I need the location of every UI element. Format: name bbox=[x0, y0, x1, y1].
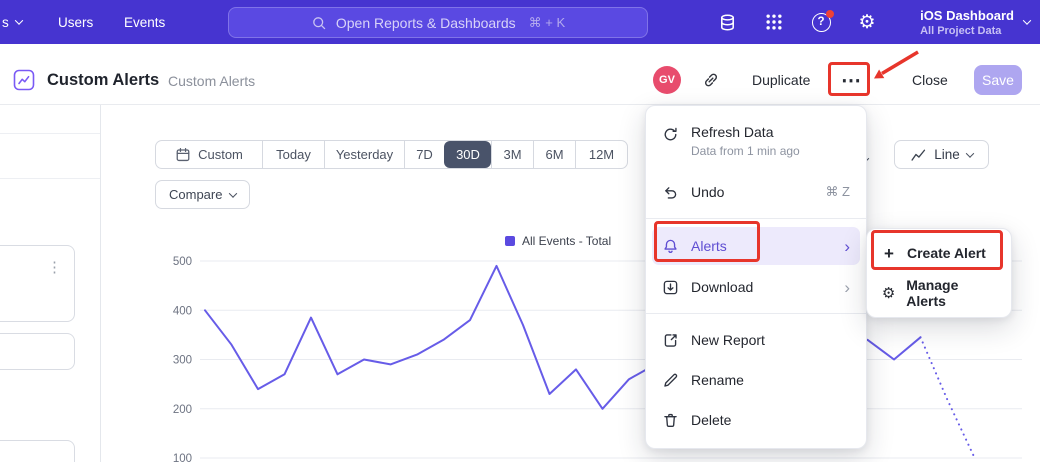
avatar[interactable]: GV bbox=[653, 66, 681, 94]
date-range-6m[interactable]: 6M bbox=[533, 141, 575, 168]
chart-legend[interactable]: All Events - Total bbox=[505, 234, 611, 248]
apps-grid-icon[interactable] bbox=[763, 0, 785, 44]
menu-shortcut: ⌘ Z bbox=[825, 184, 850, 200]
date-range-yesterday[interactable]: Yesterday bbox=[324, 141, 404, 168]
submenu-label: Manage Alerts bbox=[906, 277, 997, 309]
chevron-down-icon bbox=[966, 149, 974, 157]
menu-sublabel: Data from 1 min ago bbox=[691, 144, 800, 158]
menu-item-new-report[interactable]: New Report bbox=[646, 320, 866, 360]
bell-icon bbox=[662, 238, 679, 255]
project-selector[interactable]: iOS Dashboard All Project Data bbox=[920, 0, 1030, 44]
search-placeholder: Open Reports & Dashboards bbox=[336, 15, 516, 31]
project-title: iOS Dashboard bbox=[920, 8, 1014, 23]
menu-divider bbox=[646, 313, 866, 314]
data-icon[interactable] bbox=[716, 0, 738, 44]
submenu-item-create-alert[interactable]: + Create Alert bbox=[867, 233, 1011, 273]
axis-tick-label: 300 bbox=[173, 355, 192, 367]
compare-label: Compare bbox=[169, 187, 222, 202]
chart-type-label: Line bbox=[934, 147, 960, 162]
chevron-down-icon bbox=[229, 189, 237, 197]
date-range-7d[interactable]: 7D bbox=[404, 141, 444, 168]
report-type-icon bbox=[13, 69, 35, 91]
help-icon[interactable]: ? bbox=[810, 0, 832, 44]
date-range-today[interactable]: Today bbox=[262, 141, 324, 168]
menu-item-download[interactable]: Download › bbox=[646, 267, 866, 307]
chevron-down-icon bbox=[15, 16, 23, 24]
submenu-chevron-icon: › bbox=[844, 238, 850, 255]
menu-divider bbox=[646, 218, 866, 219]
date-range-custom[interactable]: Custom bbox=[156, 141, 262, 168]
menu-label: New Report bbox=[691, 332, 765, 348]
date-range-control: Custom Today Yesterday 7D 30D 3M 6M 12M bbox=[155, 140, 628, 169]
chart-type-button[interactable]: Line bbox=[894, 140, 989, 169]
submenu-label: Create Alert bbox=[907, 245, 986, 261]
app-root: s Users Events Open Reports & Dashboards… bbox=[0, 0, 1040, 462]
save-button[interactable]: Save bbox=[974, 65, 1022, 95]
menu-item-undo[interactable]: Undo ⌘ Z bbox=[646, 172, 866, 212]
menu-label: Refresh Data bbox=[691, 124, 800, 140]
nav-item-partial[interactable]: s bbox=[2, 0, 22, 44]
close-button[interactable]: Close bbox=[912, 72, 948, 88]
menu-label: Delete bbox=[691, 412, 731, 428]
project-subtitle: All Project Data bbox=[920, 25, 1014, 37]
line-chart-icon bbox=[910, 146, 927, 163]
nav-item-users[interactable]: Users bbox=[58, 0, 93, 44]
date-range-label: Custom bbox=[198, 147, 243, 162]
legend-swatch bbox=[505, 236, 515, 246]
new-report-icon bbox=[662, 332, 679, 349]
chart-line-dotted bbox=[921, 337, 974, 455]
chevron-down-icon bbox=[1023, 16, 1031, 24]
menu-label: Alerts bbox=[691, 238, 727, 254]
notification-dot bbox=[826, 10, 834, 18]
nav-partial-label: s bbox=[2, 15, 9, 30]
breadcrumb: Custom Alerts bbox=[168, 73, 255, 89]
submenu-item-manage-alerts[interactable]: ⚙ Manage Alerts bbox=[867, 273, 1011, 313]
refresh-icon bbox=[662, 126, 679, 143]
legend-label: All Events - Total bbox=[522, 234, 611, 248]
undo-icon bbox=[662, 184, 679, 201]
project-text: iOS Dashboard All Project Data bbox=[920, 8, 1014, 37]
alerts-submenu: + Create Alert ⚙ Manage Alerts bbox=[866, 228, 1012, 318]
date-range-12m[interactable]: 12M bbox=[575, 141, 627, 168]
menu-label: Download bbox=[691, 279, 753, 295]
search-input[interactable]: Open Reports & Dashboards ⌘ + K bbox=[228, 7, 648, 38]
date-range-3m[interactable]: 3M bbox=[491, 141, 533, 168]
link-icon[interactable] bbox=[702, 71, 720, 89]
date-range-30d[interactable]: 30D bbox=[444, 141, 491, 168]
download-icon bbox=[662, 279, 679, 296]
menu-item-refresh-data[interactable]: Refresh Data Data from 1 min ago bbox=[646, 114, 866, 172]
page-title: Custom Alerts bbox=[47, 71, 159, 90]
axis-tick-label: 200 bbox=[173, 404, 192, 416]
calendar-icon bbox=[175, 147, 191, 163]
axis-tick-label: 400 bbox=[173, 305, 192, 317]
gear-icon: ⚙ bbox=[881, 286, 896, 301]
top-nav: s Users Events Open Reports & Dashboards… bbox=[0, 0, 1040, 44]
menu-item-delete[interactable]: Delete bbox=[646, 400, 866, 440]
axis-tick-label: 500 bbox=[173, 256, 192, 268]
axis-tick-label: 100 bbox=[173, 453, 192, 462]
plus-icon: + bbox=[881, 245, 897, 262]
menu-label: Undo bbox=[691, 184, 724, 200]
menu-item-rename[interactable]: Rename bbox=[646, 360, 866, 400]
more-options-button[interactable]: ⋯ bbox=[834, 68, 868, 92]
settings-gear-icon[interactable]: ⚙ bbox=[856, 0, 878, 44]
menu-item-alerts-highlight: Alerts › bbox=[652, 227, 860, 265]
compare-button[interactable]: Compare bbox=[155, 180, 250, 209]
trash-icon bbox=[662, 412, 679, 429]
nav-item-events[interactable]: Events bbox=[124, 0, 165, 44]
pencil-icon bbox=[662, 372, 679, 389]
search-shortcut: ⌘ + K bbox=[529, 15, 566, 31]
search-icon bbox=[311, 15, 327, 31]
submenu-chevron-icon: › bbox=[844, 279, 850, 296]
menu-label: Rename bbox=[691, 372, 744, 388]
menu-item-alerts[interactable]: Alerts › bbox=[646, 225, 866, 267]
report-options-menu: Refresh Data Data from 1 min ago Undo ⌘ … bbox=[645, 105, 867, 449]
report-header: Custom Alerts Custom Alerts GV Duplicate… bbox=[0, 44, 1040, 105]
duplicate-button[interactable]: Duplicate bbox=[752, 72, 810, 88]
menu-item-text: Refresh Data Data from 1 min ago bbox=[691, 124, 800, 158]
